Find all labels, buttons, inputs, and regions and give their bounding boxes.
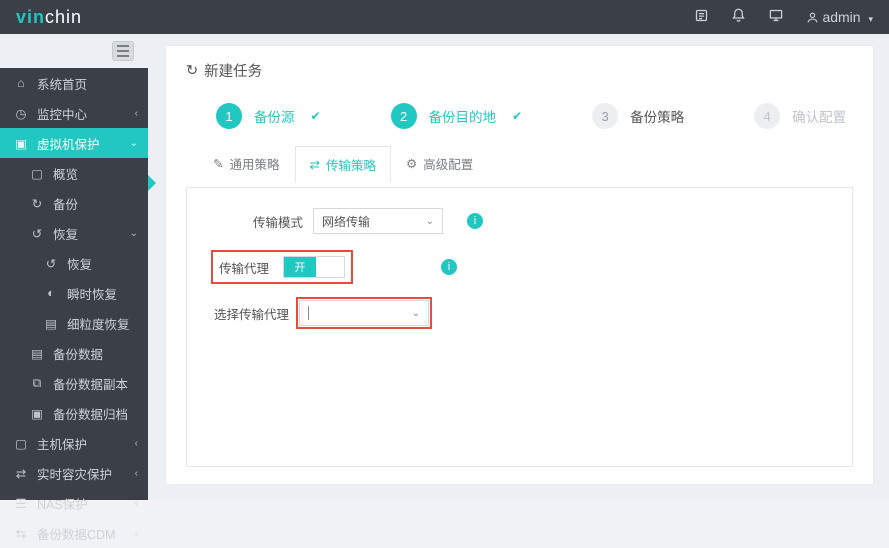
list-icon[interactable] bbox=[694, 8, 709, 26]
sidebar-toggle[interactable] bbox=[112, 41, 134, 61]
nav-backup-data[interactable]: ▤备份数据 bbox=[0, 338, 148, 368]
monitor-icon[interactable] bbox=[768, 8, 784, 26]
nav-home[interactable]: ⌂系统首页 bbox=[0, 68, 148, 98]
step-2[interactable]: 2 备份目的地 ✔ bbox=[391, 103, 523, 129]
chevron-left-icon: ‹ bbox=[135, 498, 138, 509]
info-icon[interactable]: i bbox=[441, 259, 457, 275]
nav-vm-protect[interactable]: ▣虚拟机保护⌄ bbox=[0, 128, 148, 158]
info-icon[interactable]: i bbox=[467, 213, 483, 229]
tab-transfer[interactable]: ⇄传输策略 bbox=[295, 146, 392, 183]
chevron-left-icon: ‹ bbox=[135, 108, 138, 119]
step-1[interactable]: 1 备份源 ✔ bbox=[216, 103, 321, 129]
select-value bbox=[308, 306, 309, 320]
step-label: 备份源 bbox=[254, 106, 295, 126]
bell-icon[interactable] bbox=[731, 8, 746, 26]
step-num: 4 bbox=[754, 103, 780, 129]
form-panel: 传输模式 网络传输 ⌄ i 传输代理 开 i bbox=[186, 187, 853, 467]
chevron-left-icon: ‹ bbox=[135, 438, 138, 449]
step-label: 确认配置 bbox=[792, 106, 846, 126]
nas-icon: ☰ bbox=[14, 496, 28, 511]
nav-restore[interactable]: ↺恢复⌄ bbox=[0, 218, 148, 248]
nav-granular-restore[interactable]: ▤细粒度恢复 bbox=[0, 308, 148, 338]
proxy-toggle[interactable]: 开 bbox=[283, 256, 345, 278]
chevron-down-icon: ▾ bbox=[868, 14, 873, 24]
transfer-mode-label: 传输模式 bbox=[211, 212, 303, 231]
host-icon: ▢ bbox=[14, 436, 28, 451]
user-menu[interactable]: admin ▾ bbox=[806, 9, 873, 25]
step-num: 2 bbox=[391, 103, 417, 129]
select-proxy-label: 选择传输代理 bbox=[211, 304, 289, 323]
step-3[interactable]: 3 备份策略 bbox=[592, 103, 684, 129]
refresh-icon: ↻ bbox=[30, 196, 44, 211]
row-proxy: 传输代理 开 i bbox=[211, 250, 828, 284]
granular-icon: ▤ bbox=[44, 316, 58, 331]
toggle-off bbox=[316, 257, 344, 277]
data-icon: ▤ bbox=[30, 346, 44, 361]
logo: vinchin bbox=[16, 7, 82, 28]
nav-backup-archive[interactable]: ▣备份数据归档 bbox=[0, 398, 148, 428]
copy-icon: ⧉ bbox=[30, 376, 44, 391]
main: ↻ 新建任务 1 备份源 ✔ 2 备份目的地 ✔ 3 备份策略 bbox=[148, 34, 889, 500]
tab-general[interactable]: ✎通用策略 bbox=[198, 145, 295, 182]
overview-icon: ▢ bbox=[30, 166, 44, 181]
refresh-icon: ↻ bbox=[186, 63, 198, 79]
cdm-icon: ⇆ bbox=[14, 526, 28, 541]
chevron-down-icon: ⌄ bbox=[412, 308, 420, 319]
archive-icon: ▣ bbox=[30, 406, 44, 421]
sync-icon: ⇄ bbox=[14, 466, 28, 481]
check-icon: ✔ bbox=[512, 109, 522, 123]
nav-monitor[interactable]: ◷监控中心‹ bbox=[0, 98, 148, 128]
wizard-steps: 1 备份源 ✔ 2 备份目的地 ✔ 3 备份策略 4 确认配置 bbox=[186, 103, 853, 129]
nav-backup[interactable]: ↻备份 bbox=[0, 188, 148, 218]
home-icon: ⌂ bbox=[14, 76, 28, 90]
transfer-icon: ⇄ bbox=[310, 157, 320, 172]
gear-icon: ⚙ bbox=[406, 156, 417, 171]
chevron-down-icon: ⌄ bbox=[426, 216, 434, 227]
step-label: 备份目的地 bbox=[429, 106, 497, 126]
restore-icon: ↺ bbox=[30, 226, 44, 241]
highlight-proxy: 传输代理 开 bbox=[211, 250, 353, 284]
pencil-icon: ✎ bbox=[213, 156, 223, 171]
nav-restore-sub[interactable]: ↺恢复 bbox=[0, 248, 148, 278]
nav-realtime[interactable]: ⇄实时容灾保护‹ bbox=[0, 458, 148, 488]
sidebar: ⌂系统首页 ◷监控中心‹ ▣虚拟机保护⌄ ▢概览 ↻备份 ↺恢复⌄ ↺恢复 ◐瞬… bbox=[0, 34, 148, 500]
chevron-down-icon: ⌄ bbox=[130, 138, 138, 149]
nav-cdm[interactable]: ⇆备份数据CDM‹ bbox=[0, 518, 148, 548]
select-value: 网络传输 bbox=[322, 213, 370, 230]
card: ↻ 新建任务 1 备份源 ✔ 2 备份目的地 ✔ 3 备份策略 bbox=[166, 46, 873, 484]
row-transfer-mode: 传输模式 网络传输 ⌄ i bbox=[211, 208, 828, 234]
topbar-right: admin ▾ bbox=[694, 8, 873, 26]
nav-backup-copy[interactable]: ⧉备份数据副本 bbox=[0, 368, 148, 398]
toggle-on: 开 bbox=[284, 257, 316, 277]
instant-icon: ◐ bbox=[44, 286, 58, 300]
chevron-down-icon: ⌄ bbox=[130, 228, 138, 239]
step-num: 3 bbox=[592, 103, 618, 129]
step-4[interactable]: 4 确认配置 bbox=[754, 103, 846, 129]
step-num: 1 bbox=[216, 103, 242, 129]
page-title: ↻ 新建任务 bbox=[186, 60, 853, 81]
check-icon: ✔ bbox=[311, 109, 321, 123]
sidebar-toggle-wrap bbox=[0, 34, 148, 68]
active-indicator-arrow bbox=[148, 175, 156, 191]
nav-instant-restore[interactable]: ◐瞬时恢复 bbox=[0, 278, 148, 308]
row-select-proxy: 选择传输代理 ⌄ bbox=[211, 300, 828, 326]
topbar: vinchin admin ▾ bbox=[0, 0, 889, 34]
proxy-label: 传输代理 bbox=[219, 258, 269, 277]
step-label: 备份策略 bbox=[630, 106, 684, 126]
nav-host-protect[interactable]: ▢主机保护‹ bbox=[0, 428, 148, 458]
nav-nas[interactable]: ☰NAS保护‹ bbox=[0, 488, 148, 518]
chevron-left-icon: ‹ bbox=[135, 528, 138, 539]
vm-icon: ▣ bbox=[14, 136, 28, 151]
user-name: admin bbox=[822, 9, 860, 25]
nav-overview[interactable]: ▢概览 bbox=[0, 158, 148, 188]
restore-icon: ↺ bbox=[44, 256, 58, 271]
chevron-left-icon: ‹ bbox=[135, 468, 138, 479]
select-proxy[interactable]: ⌄ bbox=[299, 300, 429, 326]
monitor-center-icon: ◷ bbox=[14, 106, 28, 121]
subtabs: ✎通用策略 ⇄传输策略 ⚙高级配置 bbox=[186, 145, 853, 183]
tab-advanced[interactable]: ⚙高级配置 bbox=[391, 145, 488, 182]
sidebar-nav: ⌂系统首页 ◷监控中心‹ ▣虚拟机保护⌄ ▢概览 ↻备份 ↺恢复⌄ ↺恢复 ◐瞬… bbox=[0, 68, 148, 548]
transfer-mode-select[interactable]: 网络传输 ⌄ bbox=[313, 208, 443, 234]
